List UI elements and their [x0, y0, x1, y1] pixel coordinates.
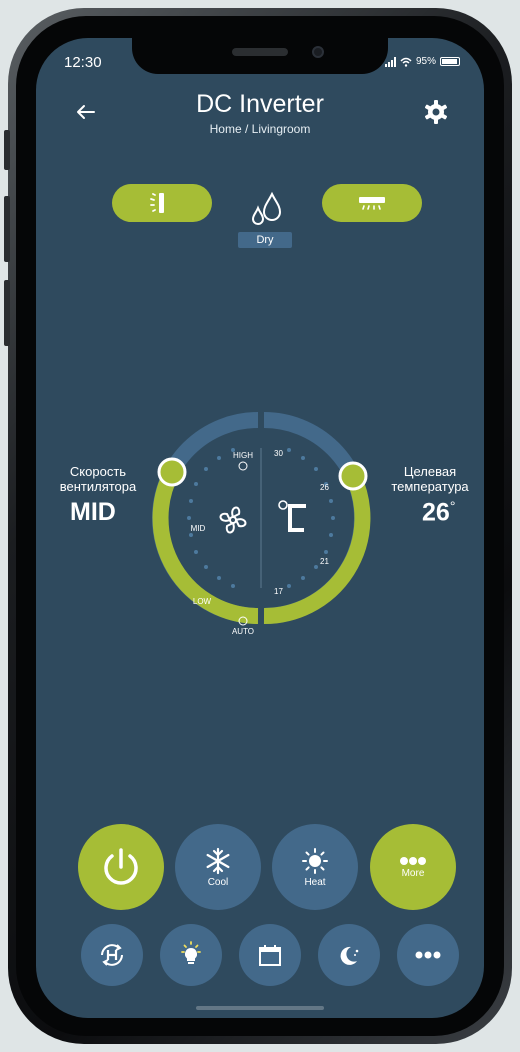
sleep-mode-button[interactable]	[318, 924, 380, 986]
notch	[132, 38, 388, 74]
phone-side-button	[4, 130, 10, 170]
fan-tick-auto: AUTO	[232, 627, 254, 636]
droplets-icon	[251, 191, 282, 225]
moon-icon	[340, 946, 359, 965]
temp-tick-26: 26	[320, 483, 329, 492]
fan-tick-high: HIGH	[233, 451, 253, 460]
health-mode-button[interactable]	[81, 924, 143, 986]
light-button[interactable]	[160, 924, 222, 986]
vertical-swing-button[interactable]	[112, 184, 212, 222]
phone-volume-up-button	[4, 196, 10, 262]
page-title: DC Inverter	[196, 90, 324, 118]
heat-label: Heat	[304, 876, 326, 888]
battery-icon	[440, 57, 460, 66]
horizontal-swing-button[interactable]	[322, 184, 422, 222]
wifi-icon	[400, 57, 412, 67]
ellipsis-icon	[415, 951, 441, 959]
temp-tick-30: 30	[274, 449, 283, 458]
sun-icon	[302, 847, 328, 874]
degree-symbol: °	[449, 498, 456, 514]
more-button[interactable]: More	[370, 824, 456, 910]
status-indicators: 95%	[384, 56, 460, 67]
horizontal-swing-icon	[359, 197, 385, 210]
fan-speed-value: MID	[70, 498, 116, 526]
power-button[interactable]	[78, 824, 164, 910]
gear-icon[interactable]	[422, 98, 450, 126]
ellipsis-icon	[400, 856, 426, 865]
temp-tick-17: 17	[274, 587, 283, 596]
more-label: More	[401, 867, 425, 879]
target-temp-label-line2: температура	[391, 479, 469, 494]
temperature-knob	[338, 461, 368, 491]
phone-volume-down-button	[4, 280, 10, 346]
fan-speed-label-line2: вентилятора	[59, 479, 137, 494]
signal-icon	[384, 56, 396, 67]
target-temp-label: Целевая температура	[384, 464, 476, 494]
power-icon	[104, 848, 138, 885]
cool-button[interactable]: Cool	[175, 824, 261, 910]
temp-tick-21: 21	[320, 557, 329, 566]
timer-button[interactable]	[239, 924, 301, 986]
status-time: 12:30	[64, 54, 102, 71]
home-indicator[interactable]	[196, 1006, 324, 1010]
fan-icon	[219, 506, 247, 534]
target-temp-value: 26°	[422, 498, 455, 527]
more-options-button[interactable]	[397, 924, 459, 986]
breadcrumb: Home / Livingroom	[209, 122, 311, 136]
app-screen: 12:30 95% DC Inverter Home / Livingroom	[36, 38, 484, 1018]
fan-tick-mid: MID	[191, 524, 206, 533]
health-cycle-icon	[101, 944, 123, 966]
fan-speed-label: Скорость вентилятора	[52, 464, 144, 494]
target-temp-number: 26	[422, 498, 450, 527]
fan-speed-knob	[157, 457, 187, 487]
cool-label: Cool	[207, 876, 229, 888]
celsius-icon	[278, 500, 306, 532]
heat-button[interactable]: Heat	[272, 824, 358, 910]
speaker-grille	[232, 48, 288, 56]
fan-tick-low: LOW	[193, 597, 212, 606]
battery-percent: 95%	[415, 56, 436, 67]
lightbulb-icon	[181, 941, 201, 964]
calendar-icon	[259, 945, 281, 966]
mode-label: Dry	[238, 232, 292, 248]
snowflake-icon	[206, 847, 230, 874]
vertical-swing-icon	[150, 193, 164, 213]
target-temp-label-line1: Целевая	[403, 464, 457, 479]
camera-icon	[312, 46, 324, 58]
fan-speed-arc	[152, 468, 259, 624]
fan-speed-label-line1: Скорость	[69, 464, 127, 479]
